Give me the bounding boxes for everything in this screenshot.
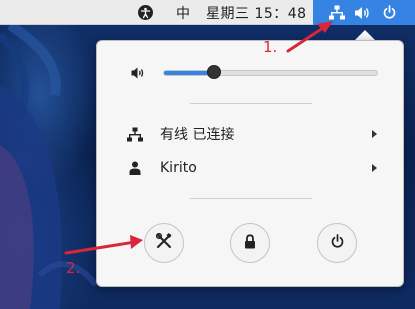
volume-slider[interactable]: [163, 70, 378, 76]
input-method-indicator[interactable]: 中: [172, 0, 194, 25]
system-menu-button[interactable]: [313, 0, 415, 25]
user-icon: [127, 160, 143, 176]
settings-tools-icon: [155, 232, 172, 253]
separator: [190, 198, 312, 199]
menu-item-wired-network[interactable]: 有线 已连接: [127, 123, 377, 145]
annotation-label-1: 1.: [263, 38, 278, 56]
volume-slider-handle[interactable]: [207, 65, 222, 79]
top-bar: 中 星期三 15：48: [0, 0, 415, 25]
network-wired-icon: [127, 126, 143, 142]
volume-icon: [353, 4, 371, 21]
chevron-right-icon: [372, 164, 377, 172]
chevron-right-icon: [372, 130, 377, 138]
lock-icon: [244, 233, 256, 253]
menu-item-label: Kirito: [160, 160, 197, 176]
clock[interactable]: 星期三 15：48: [206, 0, 310, 25]
menu-item-label: 有线 已连接: [160, 127, 235, 143]
power-icon: [380, 4, 398, 21]
menu-item-user[interactable]: Kirito: [127, 157, 377, 179]
network-wired-icon: [328, 4, 346, 21]
settings-button[interactable]: [144, 223, 184, 263]
accessibility-icon: [137, 5, 153, 20]
separator: [190, 103, 312, 104]
volume-low-icon: [131, 65, 145, 79]
annotation-label-2: 2.: [66, 259, 81, 277]
power-off-button[interactable]: [317, 223, 357, 263]
system-menu-panel: 有线 已连接 Kirito: [96, 40, 404, 287]
lock-button[interactable]: [230, 223, 270, 263]
power-icon: [330, 233, 345, 253]
accessibility-button[interactable]: [134, 0, 156, 25]
